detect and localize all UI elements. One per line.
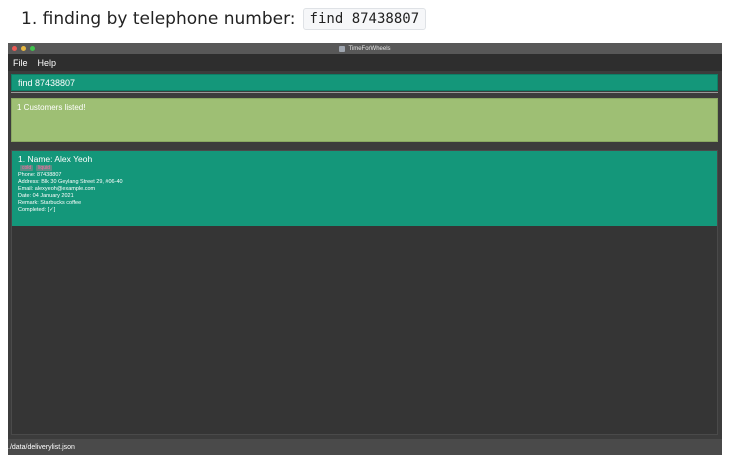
customer-list[interactable]: 1. Name: Alex Yeoh cold liquid Phone: 87… <box>11 150 718 435</box>
result-display: 1 Customers listed! <box>11 98 718 142</box>
zoom-button[interactable] <box>30 46 35 51</box>
customer-phone: Phone: 87438807 <box>18 172 62 178</box>
minimize-button[interactable] <box>21 46 26 51</box>
title-bar: TimeForWheels <box>8 43 722 54</box>
command-input-value: find 87438807 <box>18 77 76 88</box>
tag-label: liquid <box>36 165 52 171</box>
customer-card[interactable]: 1. Name: Alex Yeoh cold liquid Phone: 87… <box>12 151 717 226</box>
menu-help[interactable]: Help <box>38 58 57 68</box>
customer-remark: Remark: Starbucks coffee <box>18 200 82 206</box>
command-input[interactable]: find 87438807 <box>11 74 718 91</box>
data-file-path: ./data/deliverylist.json <box>8 443 75 451</box>
window-controls <box>12 46 35 51</box>
app-icon <box>339 45 346 52</box>
customer-email: Email: alexyeoh@example.com <box>18 186 96 192</box>
window-title-text: TimeForWheels <box>348 45 391 52</box>
status-bar: ./data/deliverylist.json <box>8 439 722 455</box>
result-text: 1 Customers listed! <box>17 103 86 112</box>
menu-bar: File Help <box>8 54 722 71</box>
customer-date: Date: 04 January 2021 <box>18 193 74 199</box>
tag-label: cold <box>20 165 34 171</box>
caption-code: find 87438807 <box>302 8 427 30</box>
command-input-underline <box>11 92 718 93</box>
customer-completed: Completed: [✓] <box>18 207 56 213</box>
customer-tags: cold liquid <box>20 165 711 171</box>
menu-file[interactable]: File <box>13 58 28 68</box>
customer-address: Address: Blk 30 Geylang Street 29, #06-4… <box>18 179 123 185</box>
caption-text: 1. finding by telephone number: <box>21 9 296 29</box>
app-window: TimeForWheels File Help find 87438807 1 … <box>8 43 722 455</box>
window-title: TimeForWheels <box>339 45 391 52</box>
caption: 1. finding by telephone number: find 874… <box>21 6 427 32</box>
customer-name: 1. Name: Alex Yeoh <box>18 154 93 164</box>
close-button[interactable] <box>12 46 17 51</box>
